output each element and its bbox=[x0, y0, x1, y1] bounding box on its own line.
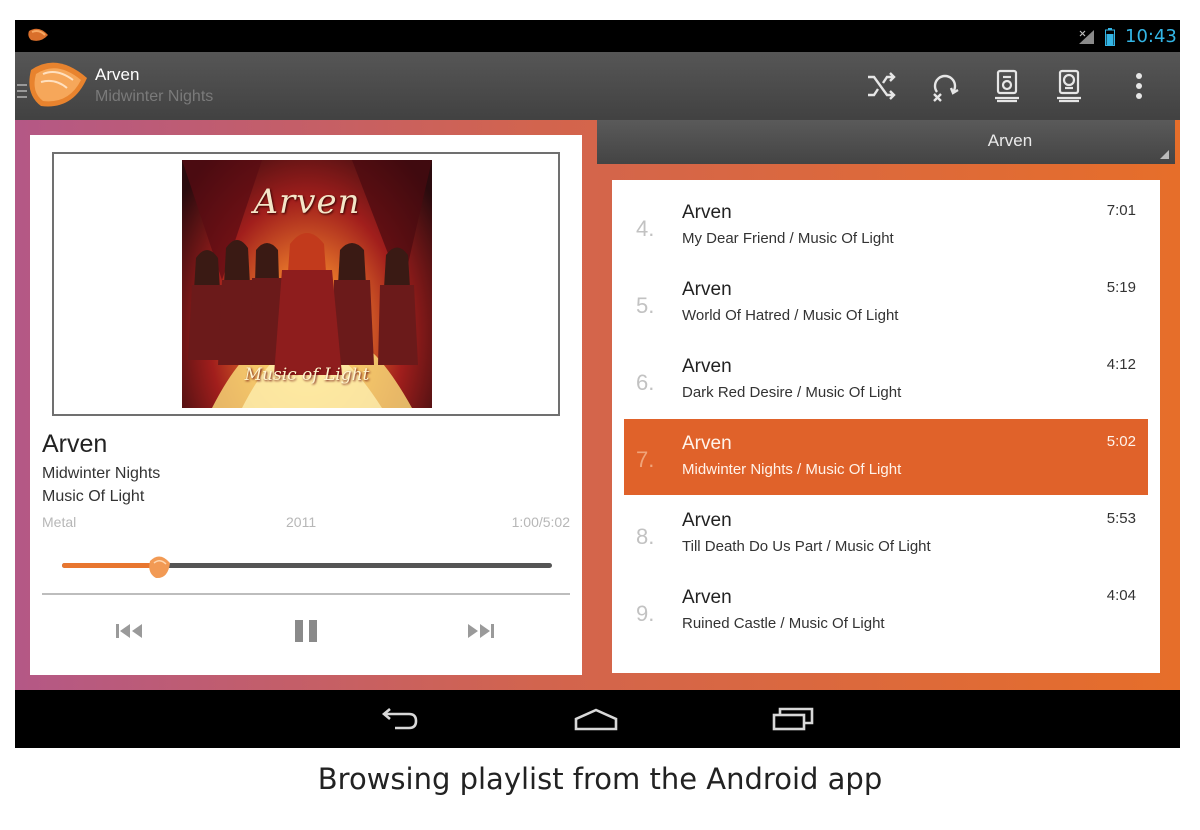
back-icon[interactable] bbox=[367, 702, 427, 736]
track-artist: Arven bbox=[682, 510, 732, 531]
track-title-album: My Dear Friend / Music Of Light bbox=[682, 230, 894, 247]
track-title-album: Midwinter Nights / Music Of Light bbox=[682, 461, 902, 478]
track-duration: 7:01 bbox=[1106, 202, 1136, 219]
app-notification-icon bbox=[27, 27, 51, 50]
battery-icon bbox=[1105, 28, 1115, 51]
drawer-indicator-icon[interactable] bbox=[17, 84, 27, 102]
playlist-row[interactable]: 8. Arven Till Death Do Us Part / Music O… bbox=[624, 496, 1148, 572]
track-title-album: Till Death Do Us Part / Music Of Light bbox=[682, 538, 931, 555]
track-number: 5. bbox=[636, 293, 655, 318]
action-bar-title: Arven bbox=[95, 65, 140, 84]
controls-divider bbox=[42, 593, 570, 595]
playlist-selector[interactable]: Arven bbox=[597, 120, 1175, 164]
track-duration: 5:53 bbox=[1106, 510, 1136, 527]
track-title-album: Dark Red Desire / Music Of Light bbox=[682, 384, 902, 401]
playlist-row[interactable]: 4. Arven My Dear Friend / Music Of Light… bbox=[624, 188, 1148, 264]
track-title-album: World Of Hatred / Music Of Light bbox=[682, 307, 899, 324]
playlist-row[interactable]: 7. Arven Midwinter Nights / Music Of Lig… bbox=[624, 419, 1148, 495]
track-duration: 5:02 bbox=[1106, 433, 1136, 450]
image-caption: Browsing playlist from the Android app bbox=[317, 762, 883, 796]
track-number: 8. bbox=[636, 524, 655, 549]
player-device-icon[interactable] bbox=[987, 66, 1027, 106]
content-area: Arven Music of Light Arven Midwinter Nig… bbox=[15, 120, 1180, 690]
seek-bar[interactable] bbox=[62, 553, 552, 581]
seek-thumb-icon[interactable] bbox=[146, 553, 174, 581]
album-art-frame: Arven Music of Light bbox=[52, 152, 560, 416]
system-nav-bar bbox=[15, 690, 1180, 748]
now-playing-album: Music Of Light bbox=[42, 488, 145, 505]
pause-button[interactable] bbox=[284, 613, 328, 649]
home-icon[interactable] bbox=[566, 702, 626, 736]
album-art-band-title: Arven bbox=[253, 182, 361, 222]
album-art[interactable]: Arven Music of Light bbox=[182, 160, 432, 408]
track-duration: 5:19 bbox=[1106, 279, 1136, 296]
track-duration: 4:04 bbox=[1106, 587, 1136, 604]
tablet-screen: 10:43 Arven Midwinter Nights Arven Music… bbox=[15, 20, 1180, 748]
repeat-icon[interactable] bbox=[925, 66, 965, 106]
track-artist: Arven bbox=[682, 433, 732, 454]
track-number: 6. bbox=[636, 370, 655, 395]
now-playing-artist: Arven bbox=[42, 430, 108, 458]
track-number: 4. bbox=[636, 216, 655, 241]
previous-track-button[interactable] bbox=[108, 613, 152, 649]
album-art-album-title: Music of Light bbox=[244, 365, 370, 385]
recent-apps-icon[interactable] bbox=[763, 702, 823, 736]
signal-icon bbox=[1077, 29, 1095, 50]
shuffle-icon[interactable] bbox=[861, 66, 901, 106]
output-device-icon[interactable] bbox=[1049, 66, 1089, 106]
dropdown-corner-icon bbox=[1160, 150, 1169, 159]
app-logo-icon[interactable] bbox=[27, 56, 91, 121]
now-playing-genre: Metal bbox=[42, 514, 77, 530]
playlist-row[interactable]: 9. Arven Ruined Castle / Music Of Light … bbox=[624, 573, 1148, 649]
playlist-row[interactable]: 6. Arven Dark Red Desire / Music Of Ligh… bbox=[624, 342, 1148, 418]
now-playing-card: Arven Music of Light Arven Midwinter Nig… bbox=[30, 135, 582, 675]
track-artist: Arven bbox=[682, 279, 732, 300]
track-artist: Arven bbox=[682, 202, 732, 223]
now-playing-year: 2011 bbox=[286, 514, 317, 530]
track-number: 7. bbox=[636, 447, 655, 472]
now-playing-track: Midwinter Nights bbox=[42, 465, 161, 482]
action-bar-subtitle: Midwinter Nights bbox=[95, 88, 214, 105]
status-bar: 10:43 bbox=[15, 20, 1180, 52]
track-title-album: Ruined Castle / Music Of Light bbox=[682, 615, 885, 632]
next-track-button[interactable] bbox=[458, 613, 502, 649]
now-playing-time: 1:00/5:02 bbox=[511, 514, 570, 530]
track-artist: Arven bbox=[682, 587, 732, 608]
track-artist: Arven bbox=[682, 356, 732, 377]
track-number: 9. bbox=[636, 601, 655, 626]
playlist: 4. Arven My Dear Friend / Music Of Light… bbox=[612, 180, 1160, 673]
playlist-row[interactable]: 5. Arven World Of Hatred / Music Of Ligh… bbox=[624, 265, 1148, 341]
playlist-selector-label: Arven bbox=[987, 131, 1033, 150]
overflow-menu-icon[interactable] bbox=[1119, 66, 1159, 106]
track-duration: 4:12 bbox=[1106, 356, 1136, 373]
status-time: 10:43 bbox=[1125, 26, 1177, 47]
